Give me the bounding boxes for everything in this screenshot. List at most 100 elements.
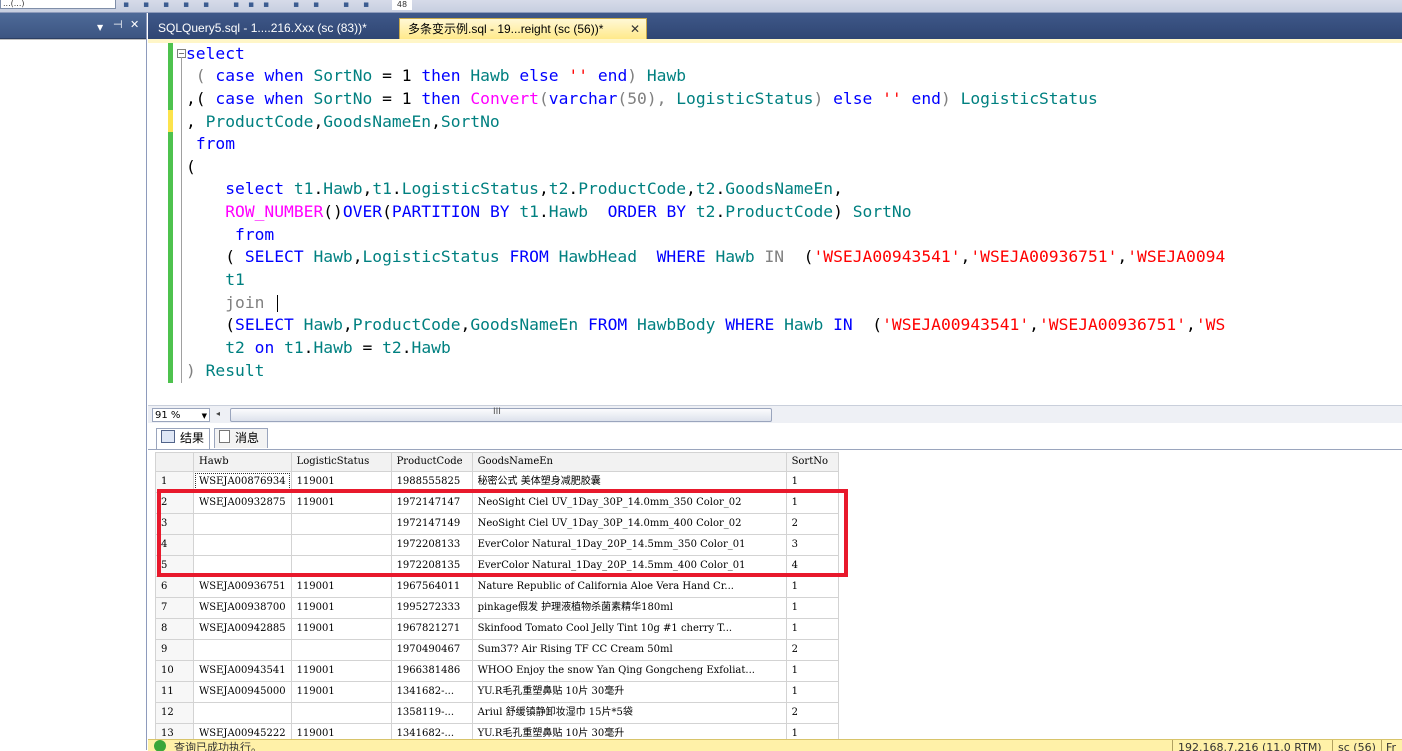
grid-cell[interactable]: 119001 <box>290 723 392 740</box>
row-number[interactable]: 9 <box>155 639 194 661</box>
toolbar-button[interactable]: ▪ <box>290 0 302 10</box>
grid-cell[interactable] <box>193 534 292 556</box>
grid-cell[interactable] <box>193 513 292 535</box>
grid-cell[interactable]: 119001 <box>290 597 392 619</box>
row-number[interactable]: 11 <box>155 681 194 703</box>
table-row[interactable]: 1 WSEJA00876934 119001 1988555825 秘密公式 美体塑身减… <box>155 471 839 493</box>
grid-cell[interactable]: WSEJA00942885 <box>193 618 292 640</box>
toolbar-button[interactable]: ▪ <box>360 0 372 10</box>
toolbar-button[interactable]: ▪ <box>180 0 192 10</box>
grid-cell[interactable]: 1 <box>785 723 839 740</box>
grid-cell[interactable]: 1995272333 <box>390 597 473 619</box>
horizontal-scrollbar-thumb[interactable]: III <box>230 407 772 422</box>
grid-cell[interactable]: EverColor Natural_1Day_20P_14.5mm_350 Co… <box>471 534 787 556</box>
grid-cell[interactable]: 1358119-... <box>390 702 473 724</box>
grid-cell[interactable]: 1 <box>785 618 839 640</box>
grid-cell[interactable] <box>290 555 392 577</box>
grid-cell[interactable]: 1988555825 <box>390 471 473 493</box>
grid-cell[interactable]: WSEJA00943541 <box>193 660 292 682</box>
row-number[interactable]: 8 <box>155 618 194 640</box>
row-number[interactable]: 7 <box>155 597 194 619</box>
row-number[interactable]: 5 <box>155 555 194 577</box>
grid-cell[interactable]: Ariul 舒缓镇静卸妆湿巾 15片*5袋 <box>471 702 787 724</box>
column-header[interactable]: LogisticStatus <box>290 452 392 472</box>
grid-cell[interactable]: EverColor Natural_1Day_20P_14.5mm_400 Co… <box>471 555 787 577</box>
grid-cell[interactable]: 1972208135 <box>390 555 473 577</box>
tab-results[interactable]: 结果 <box>156 428 210 449</box>
chevron-down-icon[interactable]: ▼ <box>97 21 103 35</box>
grid-cell[interactable]: 4 <box>785 555 839 577</box>
toolbar-button[interactable]: ▪ <box>260 0 272 10</box>
zoom-select[interactable]: 91 % ▼ <box>152 408 210 422</box>
row-number[interactable]: 6 <box>155 576 194 598</box>
grid-cell[interactable]: 1341682-... <box>390 723 473 740</box>
close-icon[interactable]: ✕ <box>630 19 640 40</box>
toolbar-button[interactable]: ▪ <box>230 0 242 10</box>
grid-cell[interactable] <box>193 555 292 577</box>
table-row[interactable]: 9 1970490467 Sum37? Air Rising TF CC Cream… <box>155 639 839 661</box>
pin-icon[interactable]: ⊣ <box>113 18 123 32</box>
grid-cell[interactable]: 1 <box>785 681 839 703</box>
row-number[interactable]: 3 <box>155 513 194 535</box>
grid-cell[interactable]: 2 <box>785 702 839 724</box>
grid-cell[interactable]: 1 <box>785 597 839 619</box>
toolbar-button[interactable]: ▪ <box>340 0 352 10</box>
toolbar-button[interactable]: ▪ <box>140 0 152 10</box>
grid-cell[interactable]: 119001 <box>290 660 392 682</box>
toolbar-zoom-combo[interactable]: 48 <box>392 0 412 10</box>
table-row[interactable]: 4 1972208133 EverColor Natural_1Day_20P_14… <box>155 534 839 556</box>
table-row[interactable]: 8 WSEJA00942885 119001 1967821271 Skinfood T… <box>155 618 839 640</box>
grid-cell[interactable]: 3 <box>785 534 839 556</box>
grid-cell[interactable]: WSEJA00938700 <box>193 597 292 619</box>
database-combo[interactable]: ...(...) <box>0 0 116 9</box>
table-row[interactable]: 6 WSEJA00936751 119001 1967564011 Nature Rep… <box>155 576 839 598</box>
row-number[interactable]: 13 <box>155 723 194 740</box>
table-row[interactable]: 2 WSEJA00932875 119001 1972147147 NeoSight C… <box>155 492 839 514</box>
grid-cell[interactable]: 1972147147 <box>390 492 473 514</box>
grid-cell[interactable] <box>290 513 392 535</box>
grid-cell[interactable]: 1970490467 <box>390 639 473 661</box>
toolbar-button[interactable]: ▪ <box>120 0 132 10</box>
grid-cell[interactable]: 2 <box>785 513 839 535</box>
table-row[interactable]: 7 WSEJA00938700 119001 1995272333 pinkage假发 … <box>155 597 839 619</box>
grid-cell[interactable]: WSEJA00932875 <box>193 492 292 514</box>
grid-cell[interactable]: 119001 <box>290 618 392 640</box>
grid-cell[interactable]: WSEJA00936751 <box>193 576 292 598</box>
grid-cell[interactable] <box>290 534 392 556</box>
tab-sqlquery5[interactable]: SQLQuery5.sql - 1....216.Xxx (sc (83))* <box>150 18 394 39</box>
table-row[interactable]: 13 WSEJA00945222 119001 1341682-... YU.R毛孔重塑… <box>155 723 839 740</box>
grid-cell[interactable]: NeoSight Ciel UV_1Day_30P_14.0mm_350 Col… <box>471 492 787 514</box>
column-header[interactable]: ProductCode <box>390 452 473 472</box>
grid-cell[interactable] <box>193 702 292 724</box>
toolbar-button[interactable]: ▪ <box>310 0 322 10</box>
table-row[interactable]: 12 1358119-... Ariul 舒缓镇静卸妆湿巾 15片*5袋 2 <box>155 702 839 724</box>
grid-cell[interactable]: WSEJA00945222 <box>193 723 292 740</box>
code-editor[interactable]: − select ( case when SortNo = 1 then Haw… <box>148 43 1402 405</box>
row-number[interactable]: 12 <box>155 702 194 724</box>
column-header[interactable]: GoodsNameEn <box>471 452 787 472</box>
row-number[interactable]: 1 <box>155 471 194 493</box>
grid-cell[interactable]: 2 <box>785 639 839 661</box>
grid-cell[interactable]: 119001 <box>290 471 392 493</box>
grid-cell[interactable] <box>290 702 392 724</box>
table-row[interactable]: 3 1972147149 NeoSight Ciel UV_1Day_30P_14.… <box>155 513 839 535</box>
grid-cell[interactable]: 119001 <box>290 576 392 598</box>
row-number[interactable]: 10 <box>155 660 194 682</box>
grid-cell[interactable]: 秘密公式 美体塑身减肥胶囊 <box>471 471 787 493</box>
scroll-left-icon[interactable]: ◂ <box>216 409 220 418</box>
grid-cell[interactable]: 1 <box>785 576 839 598</box>
row-number[interactable]: 2 <box>155 492 194 514</box>
grid-cell[interactable]: WSEJA00876934 <box>193 471 292 493</box>
grid-cell[interactable]: 1 <box>785 471 839 493</box>
toolbar-button[interactable]: ▪ <box>200 0 212 10</box>
grid-cell[interactable]: 1967564011 <box>390 576 473 598</box>
grid-cell[interactable]: 1 <box>785 660 839 682</box>
chevron-down-icon[interactable]: ▼ <box>202 409 207 423</box>
results-grid[interactable]: Hawb LogisticStatus ProductCode GoodsNameEn… <box>148 450 1402 740</box>
toolbar-button[interactable]: ▪ <box>160 0 172 10</box>
grid-cell[interactable] <box>193 639 292 661</box>
grid-cell[interactable]: WHOO Enjoy the snow Yan Qing Gongcheng E… <box>471 660 787 682</box>
grid-cell[interactable]: NeoSight Ciel UV_1Day_30P_14.0mm_400 Col… <box>471 513 787 535</box>
table-row[interactable]: 5 1972208135 EverColor Natural_1Day_20P_14… <box>155 555 839 577</box>
tab-active-query[interactable]: 多条变示例.sql - 19...reight (sc (56))* ✕ <box>399 18 647 39</box>
